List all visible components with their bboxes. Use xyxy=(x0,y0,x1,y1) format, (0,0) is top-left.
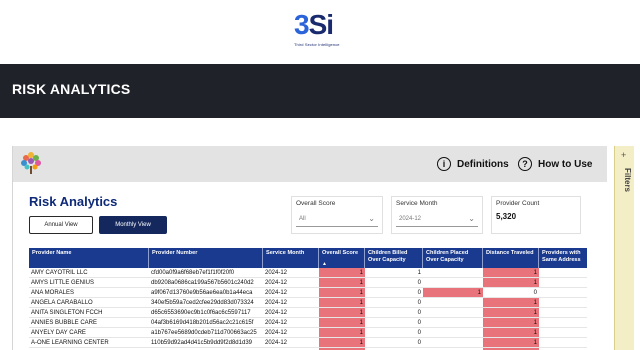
col-provider-name[interactable]: Provider Name xyxy=(29,248,149,268)
logo-si: Si xyxy=(308,9,334,40)
expand-icon: + xyxy=(621,150,627,160)
report-canvas: i Definitions ? How to Use Risk Analytic… xyxy=(12,146,607,350)
logo-area: 3Si Third Sector Intelligence xyxy=(0,0,640,64)
risk-table: Provider Name Provider Number Service Mo… xyxy=(29,248,587,350)
service-month-select[interactable]: 2024-12 ⌄ xyxy=(396,213,478,227)
overall-score-label: Overall Score xyxy=(296,200,336,207)
col-children-placed[interactable]: Children Placed Over Capacity xyxy=(423,248,483,268)
service-month-value: 2024-12 xyxy=(399,216,422,222)
col-children-billed[interactable]: Children Billed Over Capacity xyxy=(365,248,423,268)
col-service-month[interactable]: Service Month xyxy=(263,248,319,268)
table-row[interactable]: ANITA SINGLETON FCCH d65c6553690ec9b1c0f6… xyxy=(29,308,587,318)
col-overall-score[interactable]: Overall Score ▲ xyxy=(319,248,365,268)
table-body: AMY CAYOTRIL LLC cfd00a0f9a6f68eb7ef1f1f0… xyxy=(29,268,587,350)
table-row[interactable]: ANA MORALES a9f067d13760e9b56ae6ea0b1a44e… xyxy=(29,288,587,298)
chevron-down-icon: ⌄ xyxy=(368,214,375,223)
table-row[interactable]: A-ONE LEARNING CENTER 110b59d92ad4d41c5b9… xyxy=(29,338,587,348)
question-circle-icon: ? xyxy=(518,157,532,171)
provider-count-label: Provider Count xyxy=(496,200,540,207)
definitions-label: Definitions xyxy=(457,158,509,170)
table-row[interactable]: AMYS LITTLE GENIUS db9208a0686ca199a567b5… xyxy=(29,278,587,288)
overall-score-select[interactable]: All ⌄ xyxy=(296,213,378,227)
sort-ascending-icon: ▲ xyxy=(322,261,327,267)
col-same-address[interactable]: Providers with Same Address xyxy=(539,248,587,268)
brand-logo[interactable]: 3Si Third Sector Intelligence xyxy=(294,10,354,54)
filters-label: Filters xyxy=(623,168,632,193)
col-distance-traveled[interactable]: Distance Traveled xyxy=(483,248,539,268)
provider-count-card: Provider Count 5,320 xyxy=(491,196,581,234)
how-to-use-button[interactable]: ? How to Use xyxy=(518,154,592,174)
annual-view-button[interactable]: Annual View xyxy=(29,216,93,234)
how-to-use-label: How to Use xyxy=(538,158,593,170)
logo-mark: 3Si xyxy=(294,10,354,40)
overall-score-filter: Overall Score All ⌄ xyxy=(291,196,383,234)
info-circle-icon: i xyxy=(437,157,451,171)
tree-logo-icon xyxy=(21,152,41,174)
overall-score-value: All xyxy=(299,216,306,222)
logo-tagline: Third Sector Intelligence xyxy=(294,42,340,47)
table-header: Provider Name Provider Number Service Mo… xyxy=(29,248,587,268)
col-overall-score-label: Overall Score xyxy=(322,250,359,256)
page: 3Si Third Sector Intelligence RISK ANALY… xyxy=(0,0,640,350)
page-title: RISK ANALYTICS xyxy=(12,81,131,97)
col-provider-number[interactable]: Provider Number xyxy=(149,248,263,268)
table-row[interactable]: ANNIES BUBBLE CARE 04af3b6169d418b201d56a… xyxy=(29,318,587,328)
provider-count-value: 5,320 xyxy=(496,212,517,221)
report-toolbar: i Definitions ? How to Use xyxy=(13,146,607,182)
definitions-button[interactable]: i Definitions xyxy=(437,154,509,174)
logo-3: 3 xyxy=(294,9,310,40)
header-bar: RISK ANALYTICS xyxy=(0,64,640,118)
table-row[interactable]: ANGELA CARABALLO 340ef5b59a7ced2cfee29dd8… xyxy=(29,298,587,308)
service-month-filter: Service Month 2024-12 ⌄ xyxy=(391,196,483,234)
section-title: Risk Analytics xyxy=(29,194,118,209)
monthly-view-button[interactable]: Monthly View xyxy=(99,216,167,234)
table-row[interactable]: ANYELY DAY CARE a1b767ee5689d0cdeb711d700… xyxy=(29,328,587,338)
chevron-down-icon: ⌄ xyxy=(468,214,475,223)
table-row[interactable]: AMY CAYOTRIL LLC cfd00a0f9a6f68eb7ef1f1f0… xyxy=(29,268,587,278)
service-month-label: Service Month xyxy=(396,200,438,207)
filters-pane-tab[interactable]: + Filters xyxy=(614,146,634,350)
